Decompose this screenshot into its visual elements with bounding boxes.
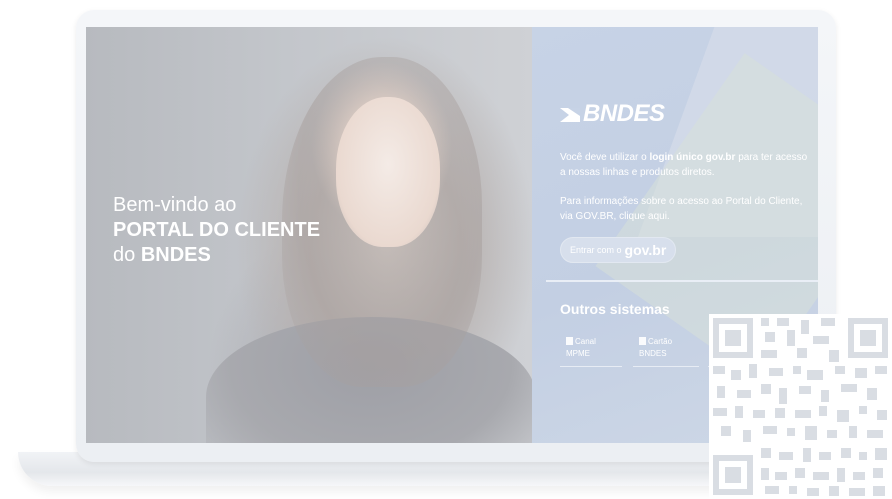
system-2-line-1: Cartão <box>648 337 673 346</box>
section-divider <box>546 280 818 282</box>
intro-part-1: Você deve utilizar o <box>560 152 650 163</box>
login-intro-text: Você deve utilizar o login único gov.br … <box>560 150 810 180</box>
hero-photo: Bem-vindo ao PORTAL DO CLIENTE do BNDES <box>86 27 536 443</box>
system-link-canal-mpme[interactable]: Canal MPME <box>560 332 622 367</box>
system-2-line-2: BNDES <box>639 349 667 358</box>
welcome-heading: Bem-vindo ao PORTAL DO CLIENTE do BNDES <box>113 193 320 268</box>
bndes-logo-icon <box>560 104 580 124</box>
welcome-line-3-prefix: do <box>113 244 141 266</box>
welcome-line-3: do BNDES <box>113 243 320 268</box>
login-govbr-prefix: Entrar com o <box>570 245 622 255</box>
welcome-line-1: Bem-vindo ao <box>113 194 237 216</box>
card-icon <box>639 337 646 345</box>
qr-code-icon <box>709 314 892 499</box>
system-1-line-1: Canal <box>575 337 596 346</box>
system-link-cartao-bndes[interactable]: Cartão BNDES <box>633 332 699 367</box>
bndes-logo-text: BNDES <box>583 100 665 127</box>
other-systems-title: Outros sistemas <box>560 301 670 317</box>
welcome-line-3-brand: BNDES <box>140 244 211 266</box>
govbr-brand: gov.br <box>624 242 667 258</box>
access-info-link[interactable]: Para informações sobre o acesso ao Porta… <box>560 194 810 224</box>
system-1-line-2: MPME <box>566 349 590 358</box>
intro-bold: login único gov.br <box>649 152 736 163</box>
bndes-logo: BNDES <box>560 100 665 128</box>
welcome-line-2: PORTAL DO CLIENTE <box>113 219 321 241</box>
login-govbr-button[interactable]: Entrar com o gov.br <box>560 237 677 263</box>
photo-face <box>336 97 440 247</box>
document-icon <box>566 337 573 345</box>
